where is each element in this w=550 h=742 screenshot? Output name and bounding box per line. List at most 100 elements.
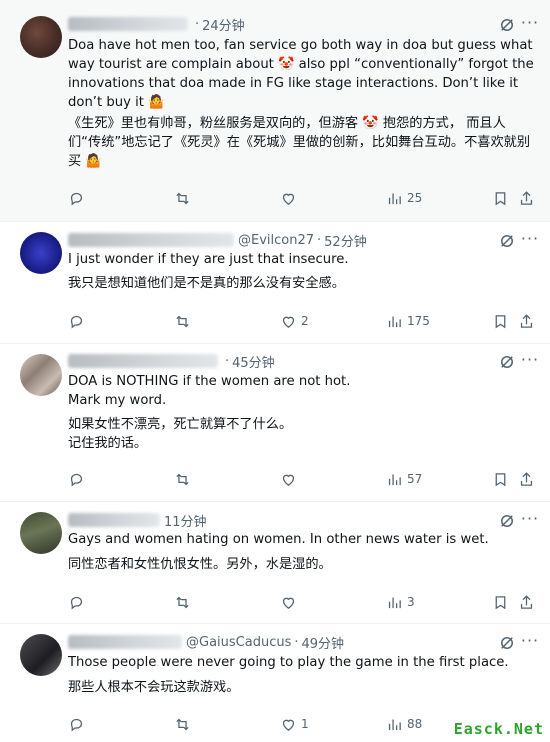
views-count: 175 [407,314,430,328]
grok-icon[interactable] [498,232,516,250]
share-icon [520,190,533,205]
more-icon[interactable]: ··· [520,633,540,652]
views-count: 88 [407,717,423,731]
timestamp[interactable]: 45分钟 [232,352,275,371]
bookmark-icon [495,314,506,328]
reply-button[interactable] [68,469,85,489]
views-button[interactable]: 175 [386,311,430,331]
tweet-1[interactable]: · 24分钟 ··· Doa have hot men too, fan ser… [0,0,550,222]
timestamp[interactable]: 11分钟 [164,511,207,530]
user-handle[interactable]: @GaiusCaducus [186,635,291,650]
tweet-meta: 11分钟 [68,510,207,530]
reply-button[interactable] [68,592,85,612]
like-button[interactable]: 2 [280,311,309,331]
avatar[interactable] [20,512,62,554]
views-button[interactable]: 57 [386,469,422,489]
more-icon[interactable]: ··· [520,352,540,371]
blurred-username[interactable] [68,233,234,247]
tweet-translation: 那些人根本不会玩这款游戏。 [68,680,240,695]
share-button[interactable] [518,592,535,612]
bookmark-icon [495,191,506,205]
user-handle[interactable]: @Evilcon27 [238,233,314,248]
avatar[interactable] [20,16,62,58]
like-icon [282,719,295,731]
tweet-3[interactable]: · 45分钟 ··· DOA is NOTHING if the women a… [0,344,550,502]
avatar[interactable] [20,232,62,274]
tweet-translation: 如果女性不漂亮，死亡就算不了什么。 记住我的话。 [68,417,293,451]
timestamp[interactable]: 49分钟 [302,633,345,652]
more-icon[interactable]: ··· [520,231,540,250]
bookmark-button[interactable] [492,469,509,489]
retweet-button[interactable] [174,592,191,612]
retweet-button[interactable] [174,188,191,208]
retweet-icon [176,718,189,730]
like-button[interactable] [280,592,301,612]
action-bar: 3 [68,592,538,612]
avatar[interactable] [20,354,62,396]
tweet-translation: 我只是想知道他们是不是真的那么没有安全感。 [68,276,345,291]
tweet-text: DOA is NOTHING if the women are not hot.… [68,374,351,408]
share-button[interactable] [518,469,535,489]
grok-icon[interactable] [498,634,516,652]
bookmark-button[interactable] [492,311,509,331]
share-icon [520,594,533,609]
views-count: 25 [407,191,423,205]
more-icon[interactable]: ··· [520,15,540,34]
tweet-text: Gays and women hating on women. In other… [68,532,489,547]
bookmark-button[interactable] [492,188,509,208]
more-icon[interactable]: ··· [520,511,540,530]
action-bar: 57 [68,469,538,489]
blurred-username[interactable] [68,513,160,527]
tweet-meta: · 24分钟 [68,14,245,34]
share-icon [520,313,533,328]
retweet-icon [176,473,189,485]
share-button[interactable] [518,188,535,208]
like-icon [282,474,295,486]
dot-separator: · [195,16,200,32]
views-icon [388,597,401,608]
reply-button[interactable] [68,714,85,734]
grok-icon[interactable] [498,512,516,530]
retweet-button[interactable] [174,311,191,331]
like-icon [282,193,295,205]
tweet-meta: @GaiusCaducus · 49分钟 [68,632,344,652]
share-button[interactable] [518,311,535,331]
like-button[interactable]: 1 [280,714,309,734]
tweet-translation: 《生死》里也有帅哥，粉丝服务是双向的，但游客 🤡 抱怨的方式， 而且人们“传统”… [68,116,531,169]
action-bar: 2 175 [68,311,538,331]
action-bar: 25 [68,188,538,208]
retweet-icon [176,192,189,204]
tweet-meta: @Evilcon27 · 52分钟 [68,230,367,250]
bookmark-button[interactable] [492,592,509,612]
like-icon [282,316,295,328]
views-button[interactable]: 25 [386,188,422,208]
watermark: Easck.Net [453,720,544,738]
blurred-username[interactable] [68,635,182,649]
bookmark-icon [495,595,506,609]
tweet-2[interactable]: @Evilcon27 · 52分钟 ··· I just wonder if t… [0,222,550,344]
blurred-username[interactable] [68,354,218,368]
share-icon [520,471,533,486]
tweet-translation: 同性恋者和女性仇恨女性。另外，水是湿的。 [68,557,332,572]
timestamp[interactable]: 24分钟 [202,15,245,34]
tweet-4[interactable]: 11分钟 ··· Gays and women hating on women.… [0,502,550,624]
blurred-username[interactable] [68,17,188,31]
reply-icon [70,718,83,731]
reply-button[interactable] [68,188,85,208]
views-count: 57 [407,472,423,486]
timestamp[interactable]: 52分钟 [324,231,367,250]
reply-icon [70,315,83,328]
grok-icon[interactable] [498,16,516,34]
dot-separator: · [317,232,322,248]
tweet-text: I just wonder if they are just that inse… [68,252,349,267]
views-count: 3 [407,595,415,609]
avatar[interactable] [20,634,62,676]
grok-icon[interactable] [498,353,516,371]
reply-button[interactable] [68,311,85,331]
views-button[interactable]: 88 [386,714,422,734]
like-button[interactable] [280,188,301,208]
views-button[interactable]: 3 [386,592,415,612]
like-button[interactable] [280,469,301,489]
retweet-button[interactable] [174,714,191,734]
retweet-button[interactable] [174,469,191,489]
